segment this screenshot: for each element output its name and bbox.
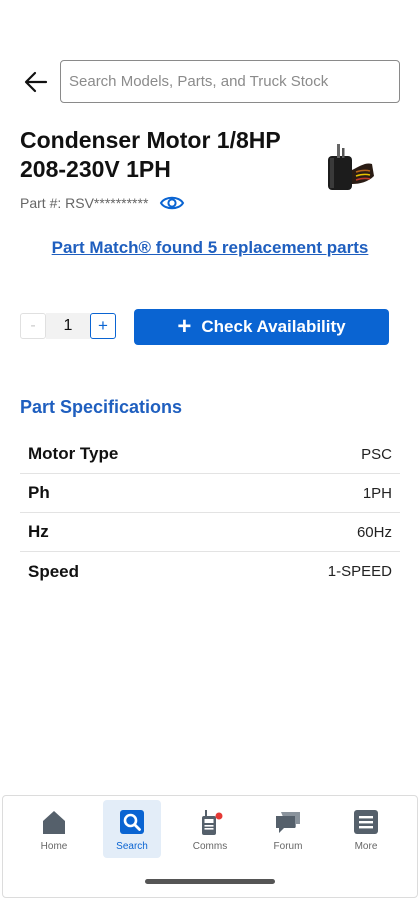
plus-icon: + — [177, 313, 192, 340]
spec-value: 1-SPEED — [327, 563, 392, 580]
nav-label: Home — [40, 841, 68, 852]
chat-bubbles-icon — [276, 812, 300, 833]
part-match-link[interactable]: Part Match® found 5 replacement parts — [0, 238, 420, 258]
menu-icon — [354, 810, 378, 834]
spec-name: Ph — [28, 483, 50, 502]
home-indicator[interactable] — [145, 879, 275, 884]
eye-icon[interactable] — [159, 193, 185, 213]
home-icon — [43, 811, 65, 834]
motor-product-image — [328, 144, 374, 190]
spec-name: Speed — [28, 561, 80, 581]
walkie-talkie-icon — [202, 810, 223, 835]
nav-label: More — [354, 841, 378, 852]
search-icon — [120, 810, 144, 834]
spec-name: Hz — [28, 522, 49, 541]
search-input[interactable] — [60, 60, 400, 103]
quantity-decrement-button[interactable]: - — [20, 313, 46, 339]
spec-table: Motor Type PSC Ph 1PH Hz 60Hz Speed 1-SP… — [20, 435, 400, 591]
top-bar — [0, 60, 420, 104]
check-availability-button[interactable]: + Check Availability — [134, 309, 389, 345]
nav-item-comms[interactable]: Comms — [181, 800, 239, 858]
back-arrow-icon[interactable] — [22, 68, 50, 96]
quantity-increment-button[interactable]: + — [90, 313, 116, 339]
spec-value: PSC — [361, 445, 392, 463]
nav-item-search[interactable]: Search — [103, 800, 161, 858]
nav-item-forum[interactable]: Forum — [259, 800, 317, 858]
part-specifications-heading: Part Specifications — [20, 397, 183, 417]
product-title: Condenser Motor 1/8HP 208-230V 1PH — [20, 127, 281, 182]
check-availability-label: Check Availability — [201, 317, 346, 336]
nav-label: Search — [116, 841, 148, 852]
nav-label: Forum — [273, 841, 303, 852]
part-number: Part #: RSV********** — [20, 195, 149, 211]
spec-value: 60Hz — [356, 523, 392, 541]
spec-value: 1PH — [362, 484, 392, 502]
quantity-value[interactable]: 1 — [46, 313, 90, 339]
spec-row-motor-type: Motor Type PSC — [20, 435, 400, 474]
nav-label: Comms — [192, 841, 228, 852]
spec-row-speed: Speed 1-SPEED — [20, 552, 400, 591]
nav-item-more[interactable]: More — [337, 800, 395, 858]
nav-item-home[interactable]: Home — [25, 800, 83, 858]
spec-row-ph: Ph 1PH — [20, 474, 400, 513]
spec-name: Motor Type — [28, 444, 119, 463]
spec-row-hz: Hz 60Hz — [20, 513, 400, 552]
